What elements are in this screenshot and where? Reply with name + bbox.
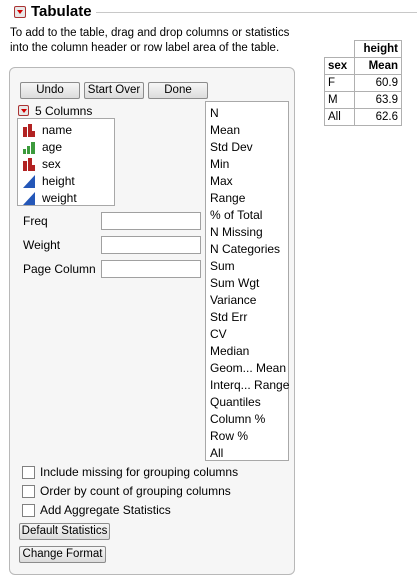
stat-header-mean[interactable]: Mean — [353, 57, 403, 75]
columns-menu-icon[interactable] — [18, 105, 29, 116]
column-label: sex — [42, 157, 61, 171]
stat-item[interactable]: Geom... Mean — [210, 361, 286, 375]
corner-cell — [324, 40, 355, 58]
column-item-height[interactable]: height — [22, 173, 114, 190]
columns-list: name age sex height weight — [17, 118, 115, 206]
table-row: M 63.9 — [324, 91, 403, 109]
include-missing-checkbox[interactable] — [22, 466, 35, 479]
done-button[interactable]: Done — [148, 82, 208, 99]
stat-item[interactable]: Variance — [210, 293, 256, 307]
table-row: F 60.9 — [324, 74, 403, 92]
row-label: M — [324, 91, 355, 109]
stat-item[interactable]: % of Total — [210, 208, 262, 222]
stat-item[interactable]: Quantiles — [210, 395, 261, 409]
nominal-icon — [23, 124, 35, 137]
stat-item[interactable]: Range — [210, 191, 245, 205]
stat-item[interactable]: All — [210, 446, 223, 460]
instructions-line-1: To add to the table, drag and drop colum… — [10, 27, 290, 39]
stat-item[interactable]: N — [210, 106, 219, 120]
default-statistics-button[interactable]: Default Statistics — [19, 523, 110, 540]
stat-item[interactable]: Interq... Range — [210, 378, 289, 392]
title-bar: Tabulate — [0, 0, 417, 24]
stat-item[interactable]: N Categories — [210, 242, 280, 256]
stat-item[interactable]: Sum Wgt — [210, 276, 259, 290]
row-label: F — [324, 74, 355, 92]
page-title: Tabulate — [31, 3, 92, 20]
stat-item[interactable]: N Missing — [210, 225, 263, 239]
weight-drop-zone[interactable] — [101, 236, 201, 254]
column-label: height — [42, 174, 75, 188]
add-aggregate-checkbox[interactable] — [22, 504, 35, 517]
ordinal-icon — [23, 142, 35, 154]
column-item-weight[interactable]: weight — [22, 190, 114, 207]
page-column-drop-zone[interactable] — [101, 260, 201, 278]
add-aggregate-label: Add Aggregate Statistics — [40, 503, 171, 517]
table-row: All 62.6 — [324, 108, 403, 126]
continuous-icon — [23, 192, 35, 205]
order-by-count-checkbox[interactable] — [22, 485, 35, 498]
stat-item[interactable]: Mean — [210, 123, 240, 137]
column-item-name[interactable]: name — [22, 122, 114, 139]
change-format-button[interactable]: Change Format — [19, 546, 106, 563]
order-by-count-label: Order by count of grouping columns — [40, 484, 231, 498]
result-table: height sex Mean F 60.9 M 63.9 All 62.6 — [324, 40, 403, 126]
column-label: name — [42, 123, 73, 137]
column-item-age[interactable]: age — [22, 139, 114, 156]
column-label: weight — [42, 191, 77, 205]
stat-item[interactable]: Min — [210, 157, 229, 171]
undo-button[interactable]: Undo — [20, 82, 80, 99]
row-header-sex[interactable]: sex — [324, 57, 355, 75]
stat-item[interactable]: Median — [210, 344, 249, 358]
freq-drop-zone[interactable] — [101, 212, 201, 230]
row-label: All — [324, 108, 355, 126]
stat-item[interactable]: CV — [210, 327, 227, 341]
cell-value: 60.9 — [353, 74, 403, 92]
statistics-list: N Mean Std Dev Min Max Range % of Total … — [205, 101, 289, 461]
instructions: To add to the table, drag and drop colum… — [10, 26, 310, 56]
column-item-sex[interactable]: sex — [22, 156, 114, 173]
stat-item[interactable]: Row % — [210, 429, 248, 443]
start-over-button[interactable]: Start Over — [84, 82, 144, 99]
cell-value: 62.6 — [353, 108, 403, 126]
column-label: age — [42, 140, 63, 154]
nominal-icon — [23, 158, 35, 171]
freq-label: Freq — [23, 214, 48, 228]
instructions-line-2: into the column header or row label area… — [10, 42, 280, 54]
stat-item[interactable]: Column % — [210, 412, 265, 426]
column-header-height[interactable]: height — [353, 40, 403, 58]
continuous-icon — [23, 175, 35, 188]
stat-item[interactable]: Sum — [210, 259, 235, 273]
stat-item[interactable]: Max — [210, 174, 233, 188]
cell-value: 63.9 — [353, 91, 403, 109]
columns-count-label: 5 Columns — [35, 104, 93, 118]
title-divider — [96, 12, 417, 13]
stat-item[interactable]: Std Err — [210, 310, 247, 324]
weight-label: Weight — [23, 238, 61, 252]
red-triangle-menu-icon[interactable] — [14, 6, 26, 18]
include-missing-label: Include missing for grouping columns — [40, 465, 239, 479]
page-column-label: Page Column — [23, 262, 96, 276]
stat-item[interactable]: Std Dev — [210, 140, 253, 154]
